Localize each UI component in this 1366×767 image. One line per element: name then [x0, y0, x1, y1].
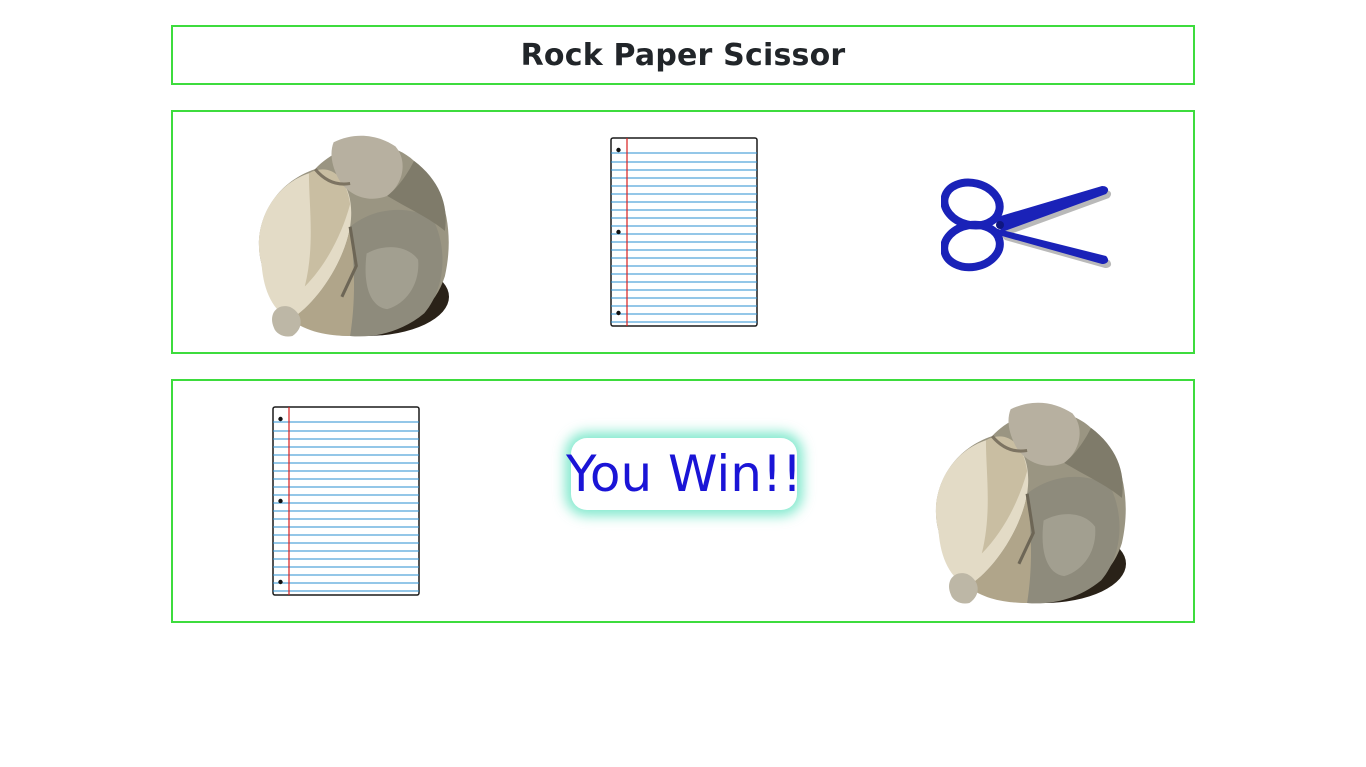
result-panel: You Win!!: [171, 379, 1195, 623]
computer-choice-rock-icon: [920, 399, 1126, 605]
title-panel: Rock Paper Scissor: [171, 25, 1195, 85]
paper-icon[interactable]: [610, 137, 758, 327]
scissors-icon[interactable]: [941, 174, 1113, 274]
rock-icon[interactable]: [243, 132, 449, 338]
result-message: You Win!!: [565, 445, 803, 503]
choices-panel: [171, 110, 1195, 354]
player-choice-paper-icon: [272, 406, 420, 596]
result-badge: You Win!!: [566, 438, 802, 510]
page-title: Rock Paper Scissor: [520, 37, 846, 73]
